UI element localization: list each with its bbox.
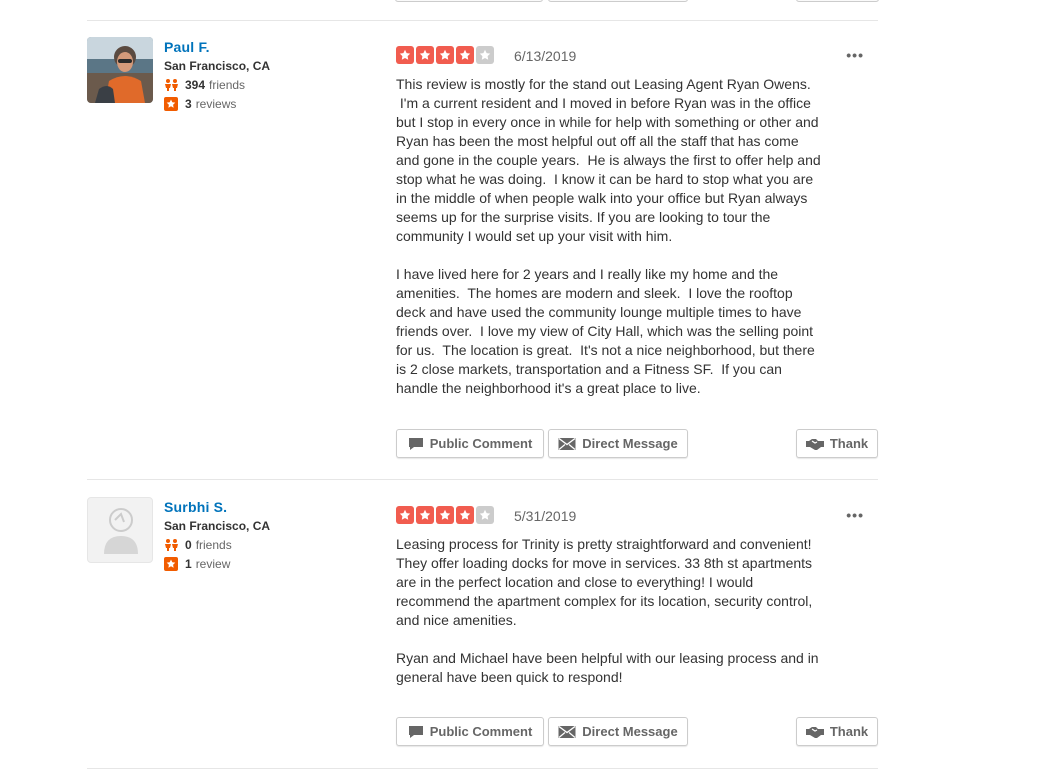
divider (87, 479, 878, 480)
thank-label: Thank (829, 724, 869, 739)
divider (87, 20, 878, 21)
default-avatar-icon (104, 508, 138, 554)
friends-count: 394 (185, 78, 206, 92)
review-paragraph: Ryan and Michael have been helpful with … (396, 650, 819, 685)
star-icon (456, 506, 474, 524)
user-photo-icon (87, 37, 153, 103)
public-comment-label: Public Comment (429, 436, 533, 451)
reviews-stat: 1 review (164, 556, 384, 572)
review-item: Paul F. San Francisco, CA 394 friends 3 … (87, 37, 878, 467)
thank-button[interactable]: Thank (796, 429, 878, 458)
comment-icon (408, 437, 424, 451)
divider (87, 768, 878, 769)
user-avatar[interactable] (87, 37, 153, 103)
star-empty-icon (476, 46, 494, 64)
review-star-icon (164, 557, 180, 571)
public-comment-button[interactable]: Public Comment (396, 717, 544, 746)
review-actions: Public Comment Direct Message Thank (396, 429, 878, 460)
star-empty-icon (476, 506, 494, 524)
review-text: This review is mostly for the stand out … (396, 75, 868, 398)
review-text: Leasing process for Trinity is pretty st… (396, 535, 868, 687)
comment-icon (408, 725, 424, 739)
public-comment-button[interactable]: Public Comment (396, 429, 544, 458)
more-options-icon[interactable]: ••• (846, 48, 864, 62)
handshake-icon (805, 437, 824, 451)
star-rating (396, 46, 496, 64)
friends-stat: 0 friends (164, 537, 384, 553)
friends-stat: 394 friends (164, 77, 384, 93)
reviews-count: 3 (185, 97, 192, 111)
star-icon (416, 46, 434, 64)
review-paragraph: This review is mostly for the stand out … (396, 76, 821, 244)
review-paragraph: I have lived here for 2 years and I real… (396, 266, 815, 396)
star-rating (396, 506, 496, 524)
user-location: San Francisco, CA (164, 59, 271, 73)
reviews-stat: 3 reviews (164, 96, 384, 112)
previous-thank-button[interactable] (796, 0, 879, 2)
user-avatar[interactable] (87, 497, 153, 563)
star-icon (456, 46, 474, 64)
thank-label: Thank (829, 436, 869, 451)
reviews-label: review (195, 557, 231, 571)
review-item: Surbhi S. San Francisco, CA 0 friends 1 … (87, 497, 878, 752)
direct-message-label: Direct Message (582, 436, 678, 451)
previous-public-comment-button[interactable] (395, 0, 543, 2)
star-icon (396, 506, 414, 524)
star-icon (396, 46, 414, 64)
more-options-icon[interactable]: ••• (846, 508, 864, 522)
star-icon (436, 506, 454, 524)
friends-icon (164, 78, 180, 92)
direct-message-button[interactable]: Direct Message (548, 429, 688, 458)
handshake-icon (805, 725, 824, 739)
user-name-link[interactable]: Paul F. (164, 38, 384, 56)
direct-message-label: Direct Message (582, 724, 678, 739)
previous-direct-message-button[interactable] (548, 0, 688, 2)
star-icon (416, 506, 434, 524)
user-location: San Francisco, CA (164, 519, 271, 533)
review-paragraph: Leasing process for Trinity is pretty st… (396, 536, 813, 628)
user-name-link[interactable]: Surbhi S. (164, 498, 384, 516)
star-icon (436, 46, 454, 64)
friends-label: friends (195, 538, 232, 552)
envelope-icon (558, 437, 576, 451)
thank-button[interactable]: Thank (796, 717, 878, 746)
friends-count: 0 (185, 538, 192, 552)
reviews-label: reviews (195, 97, 237, 111)
friends-icon (164, 538, 180, 552)
friends-label: friends (209, 78, 246, 92)
review-actions: Public Comment Direct Message Thank (396, 717, 878, 748)
direct-message-button[interactable]: Direct Message (548, 717, 688, 746)
envelope-icon (558, 725, 576, 739)
review-date: 5/31/2019 (514, 508, 577, 524)
reviews-count: 1 (185, 557, 192, 571)
review-date: 6/13/2019 (514, 48, 577, 64)
review-star-icon (164, 97, 180, 111)
public-comment-label: Public Comment (429, 724, 533, 739)
